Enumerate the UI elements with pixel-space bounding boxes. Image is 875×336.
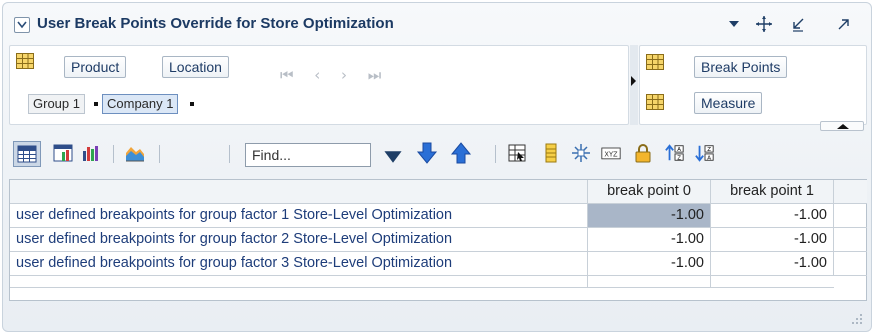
location-dimension-button[interactable]: Location (162, 56, 229, 78)
empty-row (10, 276, 866, 288)
row-edge: Product Location ⏮ ‹ › ⏭ Group 1 Company… (9, 45, 629, 125)
page-chip-company[interactable]: Company 1 (102, 94, 179, 114)
edge-splitter[interactable] (630, 45, 638, 125)
toolbar-separator (159, 145, 160, 163)
find-next-down-arrow-icon[interactable] (415, 141, 439, 165)
row-label[interactable]: user defined breakpoints for group facto… (10, 204, 588, 228)
menu-dropdown-icon[interactable] (725, 15, 743, 33)
column-header-break-point-1[interactable]: break point 1 (711, 180, 834, 204)
collapse-up-icon (837, 124, 849, 129)
empty-cell (10, 276, 588, 288)
svg-text:A: A (677, 147, 681, 153)
product-dimension-button[interactable]: Product (64, 56, 127, 78)
find-input[interactable]: Find... (245, 143, 371, 167)
table-row: user defined breakpoints for group facto… (10, 252, 867, 276)
column-dimension-grid-icon (646, 54, 664, 70)
select-cells-icon[interactable] (507, 143, 527, 163)
data-cell[interactable]: -1.00 (588, 204, 711, 228)
data-cell[interactable]: -1.00 (588, 252, 711, 276)
measure-dimension-button[interactable]: Measure (694, 92, 763, 114)
data-grid: break point 0 break point 1 user defined… (9, 179, 867, 301)
row-label[interactable]: user defined breakpoints for group facto… (10, 252, 588, 276)
expand-right-icon[interactable] (630, 75, 638, 87)
chevron-down-icon (17, 21, 27, 29)
filler-cell (834, 252, 867, 276)
column-header-break-point-0[interactable]: break point 0 (588, 180, 711, 204)
svg-text:Z: Z (707, 147, 711, 153)
move-icon[interactable] (755, 15, 773, 33)
panel-header: User Break Points Override for Store Opt… (3, 3, 871, 43)
page-navigation-arrows[interactable]: ⏮ ‹ › ⏭ (280, 66, 389, 84)
data-cell[interactable]: -1.00 (711, 228, 834, 252)
chip-separator (190, 102, 194, 106)
worksheet-panel: User Break Points Override for Store Opt… (2, 2, 872, 332)
table-row: user defined breakpoints for group facto… (10, 228, 867, 252)
svg-text:A: A (707, 155, 711, 161)
column-highlight-icon[interactable] (541, 143, 561, 163)
panel-title: User Break Points Override for Store Opt… (37, 15, 394, 32)
split-cells-icon[interactable] (571, 143, 591, 163)
svg-text:XYZ: XYZ (604, 150, 618, 158)
column-header-filler (834, 180, 867, 204)
filler-cell (834, 228, 867, 252)
measure-grid-icon (646, 94, 664, 110)
maximize-icon[interactable] (835, 15, 853, 33)
filler-cell (834, 204, 867, 228)
table-header-row: break point 0 break point 1 (10, 180, 867, 204)
row-dimension-grid-icon (16, 53, 34, 69)
find-dropdown-icon[interactable] (383, 147, 403, 167)
empty-cell (711, 276, 834, 288)
collapse-button[interactable] (14, 17, 30, 33)
column-edge: Break Points Measure (639, 45, 867, 125)
lock-icon[interactable] (633, 143, 653, 163)
page-chip-group[interactable]: Group 1 (28, 94, 85, 114)
svg-text:Z: Z (677, 155, 681, 161)
corner-cell (10, 180, 588, 204)
break-points-dimension-button[interactable]: Break Points (694, 56, 788, 78)
empty-cell (588, 276, 711, 288)
worksheet-toolbar: Find... XYZ A Z Z A (9, 133, 865, 173)
table-view-icon[interactable] (13, 141, 41, 167)
chip-separator (94, 102, 98, 106)
toolbar-separator (495, 145, 496, 163)
table-chart-view-icon[interactable] (53, 143, 73, 163)
table-row: user defined breakpoints for group facto… (10, 204, 867, 228)
data-cell[interactable]: -1.00 (588, 228, 711, 252)
data-cell[interactable]: -1.00 (711, 204, 834, 228)
data-cell[interactable]: -1.00 (711, 252, 834, 276)
restore-icon[interactable] (789, 15, 807, 33)
collapse-edges-splitter[interactable] (820, 121, 864, 131)
toolbar-separator (113, 145, 114, 163)
xyz-format-icon[interactable]: XYZ (601, 143, 621, 163)
row-label[interactable]: user defined breakpoints for group facto… (10, 228, 588, 252)
sort-ascending-icon[interactable]: A Z (665, 143, 685, 163)
resize-grip-icon[interactable] (851, 313, 863, 325)
bar-chart-view-icon[interactable] (81, 143, 101, 163)
sort-descending-icon[interactable]: Z A (695, 143, 715, 163)
area-chart-icon[interactable] (125, 143, 145, 163)
toolbar-separator (229, 145, 230, 163)
find-previous-up-arrow-icon[interactable] (449, 141, 473, 165)
